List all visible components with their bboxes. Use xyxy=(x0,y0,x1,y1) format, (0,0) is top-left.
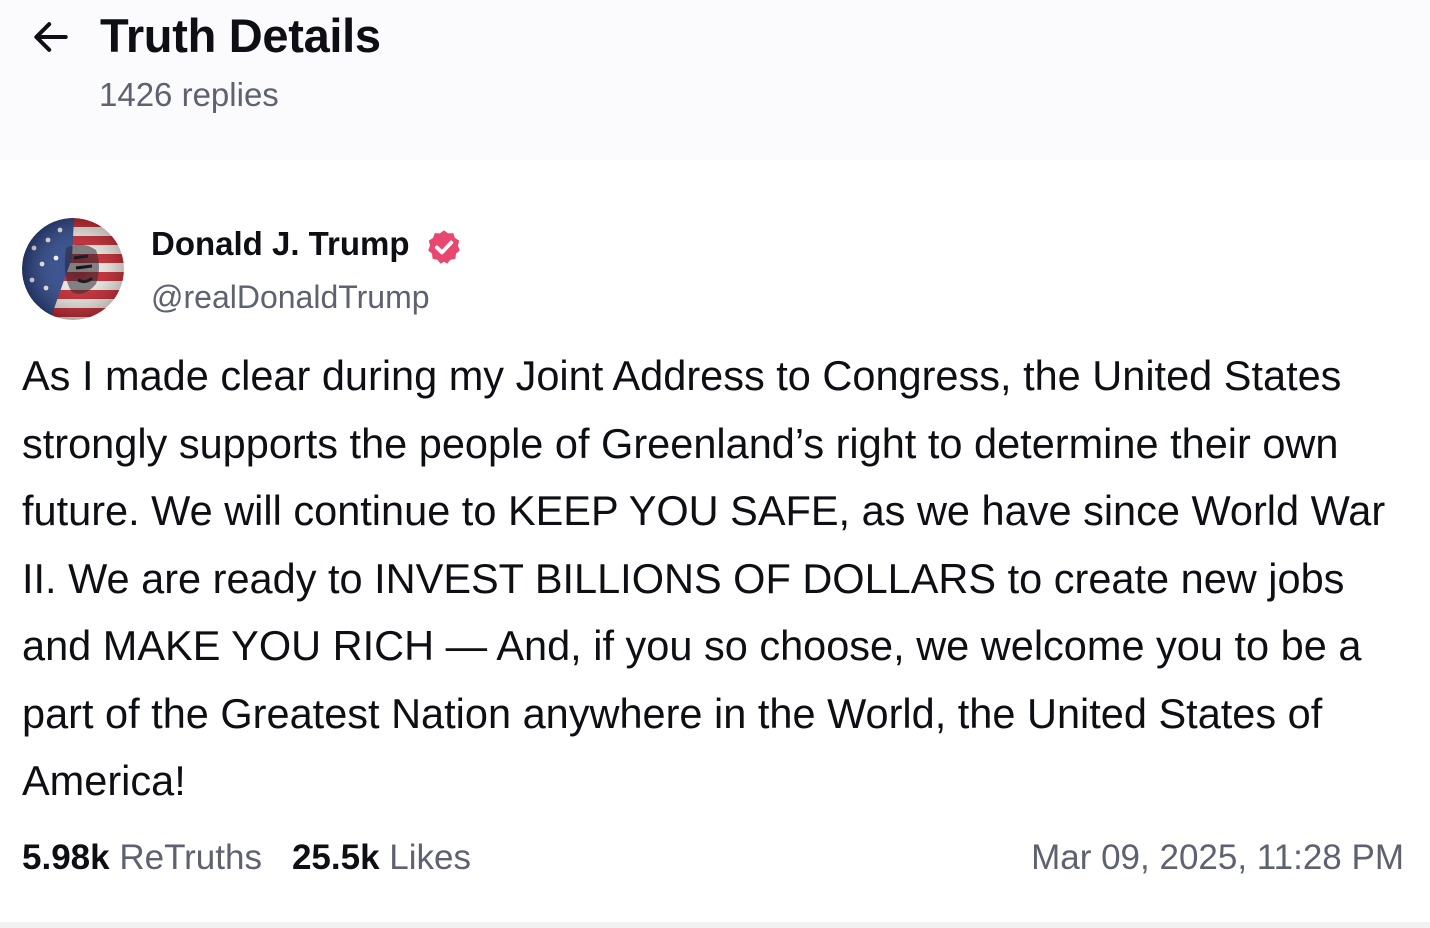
page-title: Truth Details xyxy=(100,9,381,62)
avatar-image xyxy=(22,218,124,320)
author-handle[interactable]: @realDonaldTrump xyxy=(151,279,430,316)
avatar[interactable] xyxy=(22,218,124,320)
arrow-left-icon xyxy=(34,22,68,52)
divider xyxy=(0,922,1430,928)
retruths-count: 5.98k xyxy=(22,838,110,877)
verified-badge-icon xyxy=(428,230,460,264)
page-header: Truth Details 1426 replies xyxy=(0,0,1430,160)
retruths-label: ReTruths xyxy=(119,838,262,877)
post-text: As I made clear during my Joint Address … xyxy=(22,352,1386,804)
post-timestamp: Mar 09, 2025, 11:28 PM xyxy=(1031,838,1404,877)
replies-count: 1426 replies xyxy=(99,76,279,113)
back-button[interactable] xyxy=(26,14,76,60)
post-stats: 5.98k ReTruths 25.5k Likes xyxy=(22,838,471,878)
likes-stat[interactable]: 25.5k Likes xyxy=(292,838,471,878)
likes-label: Likes xyxy=(389,838,472,877)
retruths-stat[interactable]: 5.98k ReTruths xyxy=(22,838,262,878)
likes-count: 25.5k xyxy=(291,838,380,877)
author-name[interactable]: Donald J. Trump xyxy=(151,225,410,263)
